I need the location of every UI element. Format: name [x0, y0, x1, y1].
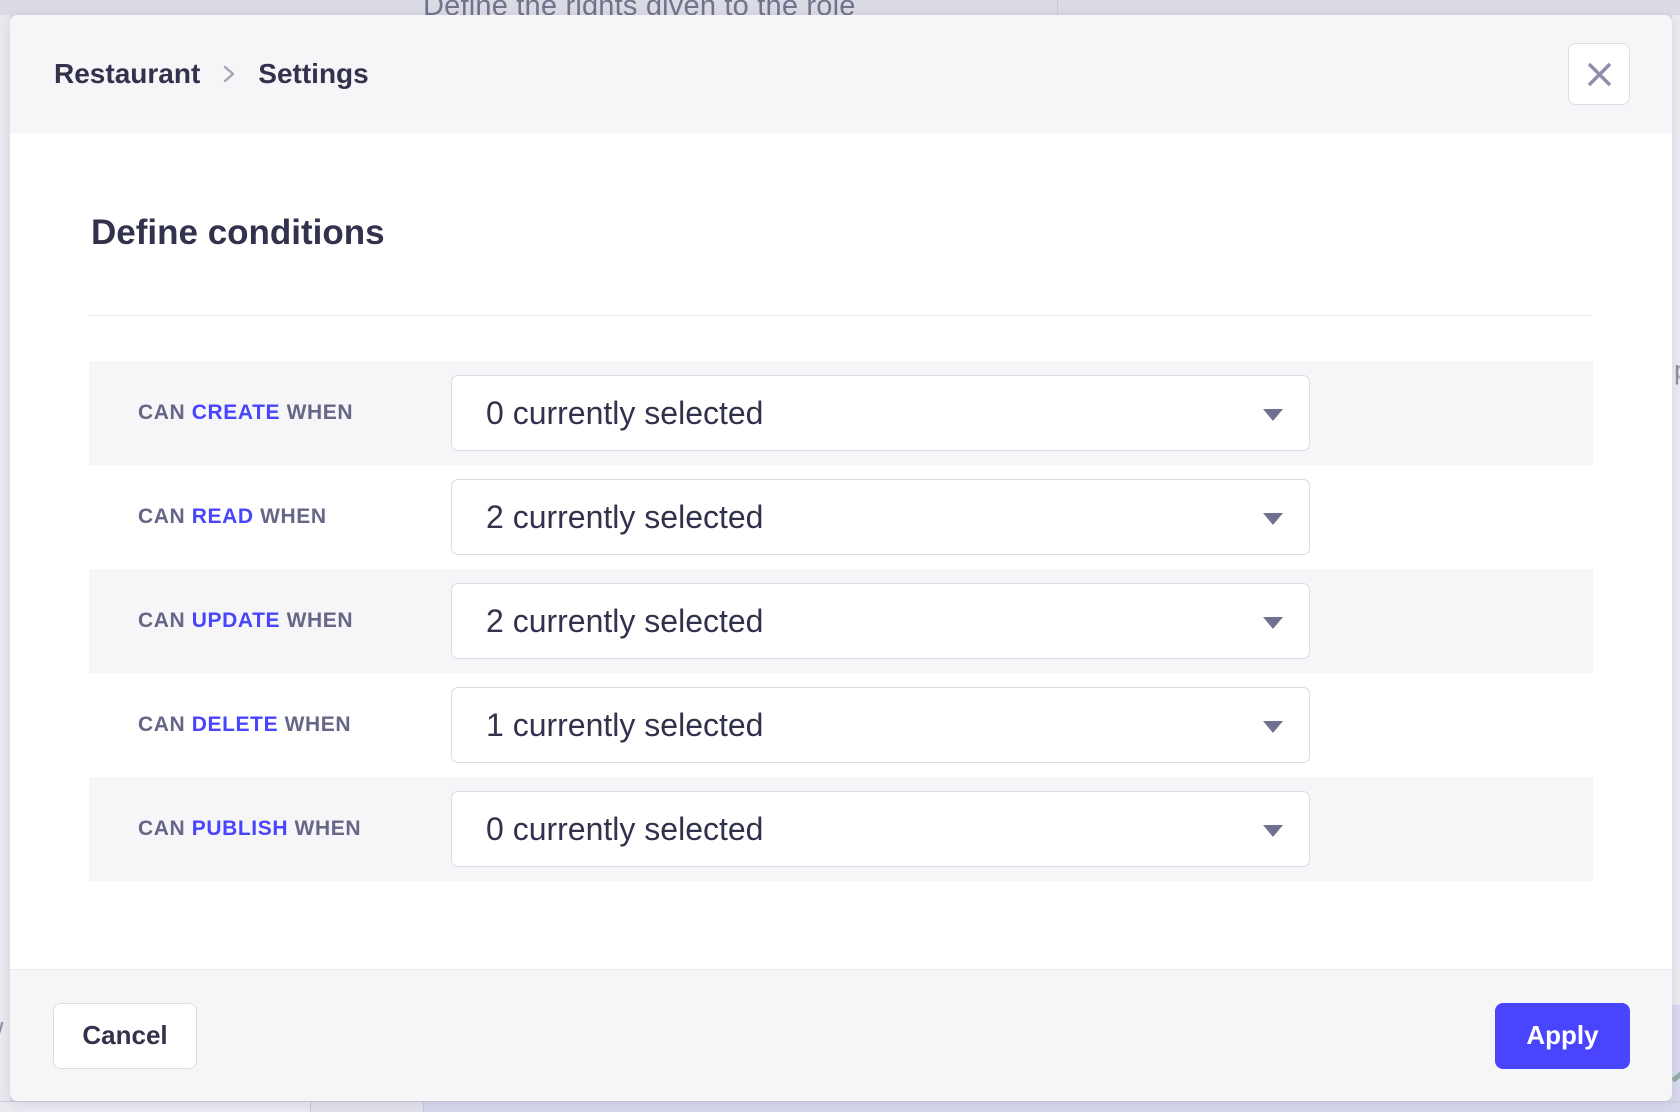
chevron-down-icon: [1263, 617, 1283, 629]
chevron-down-icon: [1263, 825, 1283, 837]
background-bottom-mid: [310, 1102, 423, 1112]
background-divider: [1057, 0, 1058, 15]
condition-row: CAN READ WHEN 2 currently selected: [89, 465, 1593, 569]
conditions-select[interactable]: 2 currently selected: [451, 583, 1310, 659]
breadcrumb-section: Restaurant: [54, 58, 200, 90]
x-icon: [1586, 61, 1613, 88]
background-text-fragment: p: [1674, 355, 1680, 386]
close-button[interactable]: [1568, 43, 1630, 105]
permission-label: CAN CREATE WHEN: [138, 401, 451, 425]
conditions-select[interactable]: 0 currently selected: [451, 375, 1310, 451]
background-bottom-strip: [0, 1101, 1680, 1112]
conditions-select[interactable]: 2 currently selected: [451, 479, 1310, 555]
background-footer-fragment: [1672, 1005, 1680, 1101]
breadcrumb: Restaurant Settings: [54, 58, 369, 90]
background-page-subtitle: Define the rights given to the role: [423, 0, 856, 15]
modal-title: Define conditions: [89, 211, 1593, 255]
background-bottom-left: [0, 1102, 310, 1112]
title-divider: [89, 315, 1593, 316]
condition-row: CAN CREATE WHEN 0 currently selected: [89, 361, 1593, 465]
apply-button[interactable]: Apply: [1495, 1003, 1630, 1069]
condition-row: CAN PUBLISH WHEN 0 currently selected: [89, 777, 1593, 881]
background-right-sliver: p: [1672, 15, 1680, 1101]
condition-rows: CAN CREATE WHEN 0 currently selected CAN…: [89, 361, 1593, 881]
chevron-down-icon: [1263, 513, 1283, 525]
background-page-strip: Define the rights given to the role: [0, 0, 1680, 15]
background-bottom-right: [423, 1102, 1680, 1112]
background-text-fragment: w: [0, 1012, 4, 1043]
cancel-button[interactable]: Cancel: [53, 1003, 197, 1069]
chevron-down-icon: [1263, 409, 1283, 421]
conditions-select[interactable]: 1 currently selected: [451, 687, 1310, 763]
permission-label: CAN READ WHEN: [138, 505, 451, 529]
permission-label: CAN UPDATE WHEN: [138, 609, 451, 633]
background-left-sliver: rdgptieewa: [0, 15, 10, 1101]
modal-header: Restaurant Settings: [10, 15, 1672, 133]
modal-body: Define conditions CAN CREATE WHEN 0 curr…: [10, 133, 1672, 969]
condition-row: CAN UPDATE WHEN 2 currently selected: [89, 569, 1593, 673]
permission-label: CAN DELETE WHEN: [138, 713, 451, 737]
define-conditions-modal: Restaurant Settings Define conditions CA…: [10, 15, 1672, 1101]
chevron-right-icon: [221, 61, 237, 87]
condition-row: CAN DELETE WHEN 1 currently selected: [89, 673, 1593, 777]
conditions-select[interactable]: 0 currently selected: [451, 791, 1310, 867]
permission-label: CAN PUBLISH WHEN: [138, 817, 451, 841]
chevron-down-icon: [1263, 721, 1283, 733]
modal-footer: Cancel Apply: [10, 969, 1672, 1101]
breadcrumb-page: Settings: [258, 58, 368, 90]
